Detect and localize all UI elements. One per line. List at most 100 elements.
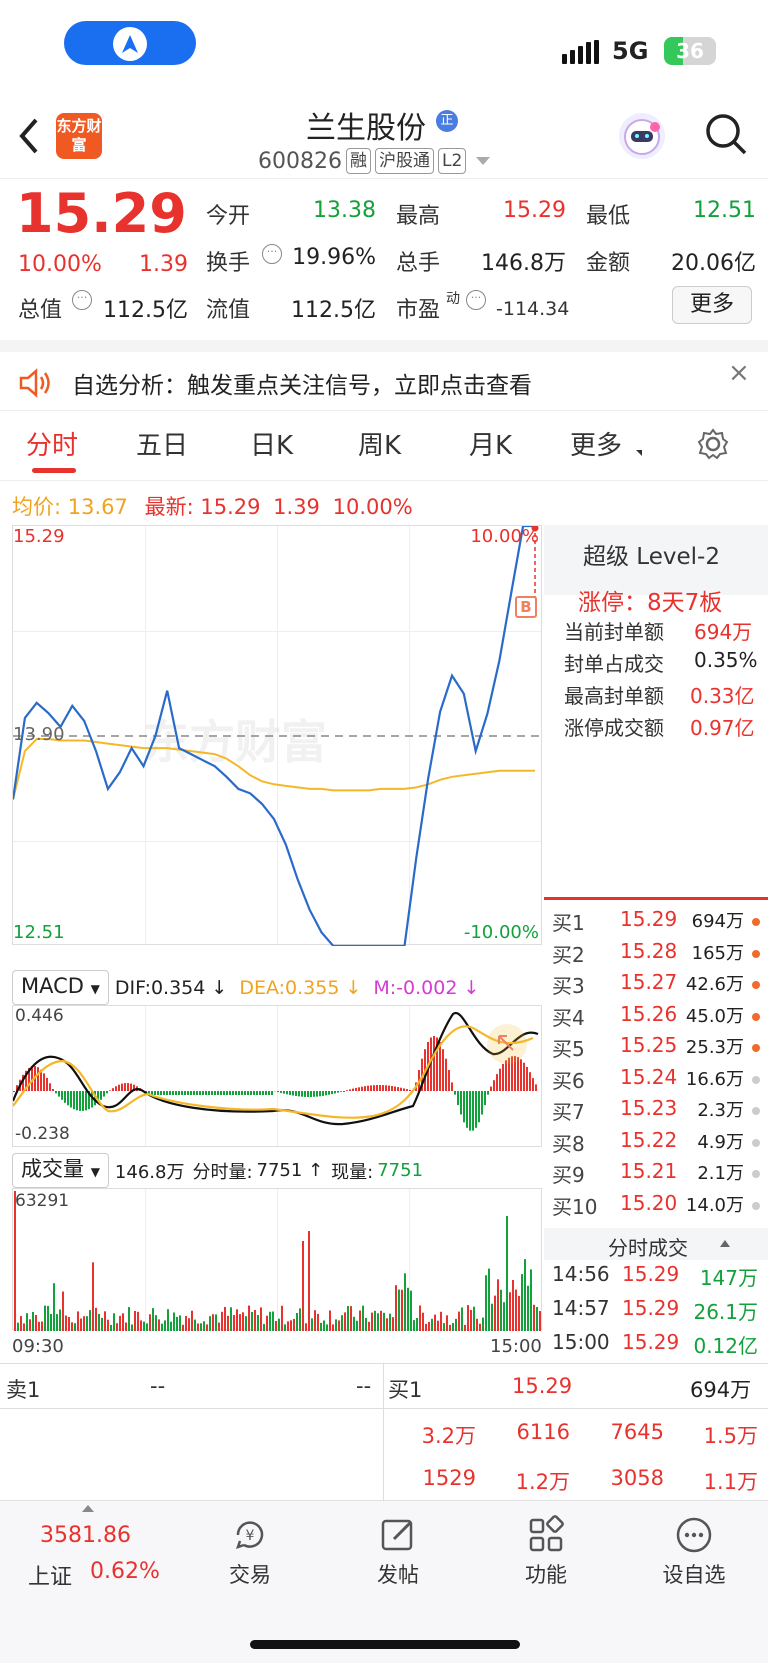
tag-connect: 沪股通 [374, 148, 434, 174]
bid-volume: 42.6万 [685, 974, 744, 995]
level2-divider [544, 897, 768, 900]
tick-volume: 26.1万 [693, 1300, 758, 1324]
price-line [13, 526, 535, 946]
orderbook-divider [0, 1363, 768, 1364]
stat-label: 当前封单额 [564, 620, 664, 644]
bid-price: 15.27 [620, 970, 678, 994]
section-separator [0, 340, 768, 352]
stock-code: 600826 [258, 148, 342, 174]
macd-top: 0.446 [15, 1006, 64, 1026]
macd-selector[interactable]: MACD ▼ [12, 970, 109, 1005]
settings-icon[interactable] [696, 427, 730, 461]
info-icon[interactable]: ··· [262, 244, 282, 264]
index-widget[interactable]: 3581.86 上证 0.62% [18, 1505, 178, 1595]
add-watchlist-button[interactable]: 设自选 [654, 1515, 734, 1589]
tab-more[interactable]: 更多 [570, 425, 622, 462]
more-icon [676, 1517, 712, 1553]
bid-dot [752, 1012, 760, 1021]
tick-time: 15:00 [552, 1330, 610, 1354]
info-icon[interactable]: ··· [466, 290, 486, 310]
stock-code-row[interactable]: 600826 融 沪股通 L2 [258, 148, 491, 174]
volume-label: 总手 [396, 251, 441, 276]
intraday-chart[interactable]: 东方财富 15.29 13.90 12.51 10.00% -10.00% B [12, 525, 543, 946]
bid-volume: 25.3万 [685, 1037, 744, 1058]
bid-row[interactable]: 买9 15.21 2.1万 [552, 1159, 762, 1190]
function-button[interactable]: 功能 [506, 1515, 586, 1589]
change-value: 1.39 [139, 252, 188, 277]
bid-row[interactable]: 买10 15.20 14.0万 [552, 1191, 762, 1222]
tab-weekly-k[interactable]: 周K [358, 425, 401, 462]
intraday-summary: 均价: 13.67 最新: 15.29 1.39 10.00% [12, 491, 413, 521]
turnover-value: 19.96% [292, 245, 376, 270]
grid-icon [529, 1515, 564, 1552]
chart-top-price: 15.29 [13, 526, 65, 547]
index-caret-icon [82, 1505, 94, 1512]
volume-selector[interactable]: 成交量 ▼ [12, 1153, 109, 1188]
bid-row[interactable]: 买7 15.23 2.3万 [552, 1096, 762, 1127]
orderbook-vdivider [383, 1363, 384, 1501]
bid-row[interactable]: 买4 15.26 45.0万 [552, 1002, 762, 1033]
bid-row[interactable]: 买3 15.27 42.6万 [552, 970, 762, 1001]
add-watchlist-label: 设自选 [662, 1563, 726, 1587]
post-button[interactable]: 发帖 [358, 1515, 438, 1589]
stat-value: 0.33亿 [690, 684, 755, 708]
volume-fen-label: 分时量: [192, 1161, 253, 1183]
tick-volume: 0.12亿 [693, 1334, 758, 1358]
tick-price: 15.29 [622, 1296, 680, 1320]
time-start: 09:30 [12, 1336, 64, 1357]
back-button[interactable] [16, 116, 46, 156]
change-percent: 10.00% [18, 252, 102, 277]
trade-cell: 1529 [422, 1466, 476, 1490]
ticks-title[interactable]: 分时成交 [608, 1232, 688, 1261]
bid-dot [752, 1107, 760, 1115]
header-divider [0, 178, 768, 179]
volume-value: 146.8万 [481, 251, 566, 276]
function-label: 功能 [525, 1563, 567, 1587]
notice-bar[interactable]: 自选分析：触发重点关注信号，立即点击查看 × [0, 352, 768, 410]
stat-value: 694万 [694, 620, 753, 644]
pe-sup: 动 [446, 291, 460, 307]
tab-monthly-k[interactable]: 月K [469, 425, 512, 462]
tab-daily-k[interactable]: 日K [250, 425, 293, 462]
bid-row[interactable]: 买6 15.24 16.6万 [552, 1065, 762, 1096]
home-indicator[interactable] [250, 1640, 520, 1649]
bid-row[interactable]: 买1 15.29 694万 [552, 907, 762, 938]
eastmoney-logo: 东方财富 [56, 113, 102, 159]
bid-row[interactable]: 买5 15.25 25.3万 [552, 1033, 762, 1064]
bid-dot [752, 1138, 760, 1147]
trade-button[interactable]: ¥ 交易 [210, 1515, 290, 1589]
volume-header: 成交量 ▼ 146.8万 分时量: 7751 ↑ 现量: 7751 [12, 1153, 423, 1188]
trade-cell: 7645 [610, 1420, 664, 1444]
tab-intraday[interactable]: 分时 [26, 425, 78, 462]
bid-row[interactable]: 买2 15.28 165万 [552, 939, 762, 970]
volume-max: 63291 [15, 1191, 70, 1211]
buy1-vol: 694万 [690, 1378, 752, 1402]
tick-price: 15.29 [622, 1262, 680, 1286]
stock-name: 兰生股份 [306, 111, 426, 146]
volume-total: 146.8万 [114, 1161, 185, 1183]
pe-label: 市盈 [396, 298, 441, 323]
info-icon[interactable]: ··· [72, 290, 92, 310]
bid-dot [752, 981, 760, 989]
price-chart-svg [13, 526, 543, 946]
bid-label: 买1 [552, 911, 585, 935]
buy-marker[interactable]: B [515, 596, 537, 618]
close-icon[interactable]: × [728, 358, 750, 388]
volume-chart[interactable]: 63291 [12, 1188, 542, 1331]
tab-5day[interactable]: 五日 [136, 425, 188, 462]
signal-icon [562, 40, 600, 64]
bid-label: 买4 [552, 1005, 585, 1030]
bid-row[interactable]: 买8 15.22 4.9万 [552, 1128, 762, 1159]
badge-icon: 正 [436, 110, 458, 132]
bid-price: 15.20 [620, 1190, 678, 1215]
svg-text:¥: ¥ [246, 1528, 255, 1544]
bid-label: 买5 [552, 1037, 585, 1061]
more-button[interactable]: 更多 [672, 286, 752, 324]
bid-price: 15.22 [620, 1127, 678, 1152]
stat-label: 封单占成交 [564, 652, 664, 676]
macd-chart[interactable]: 0.446 -0.238 [12, 1005, 542, 1147]
bid-price: 15.23 [620, 1096, 678, 1120]
assistant-avatar[interactable] [619, 113, 665, 159]
pe-value: -114.34 [496, 298, 570, 320]
search-button[interactable] [704, 112, 748, 156]
